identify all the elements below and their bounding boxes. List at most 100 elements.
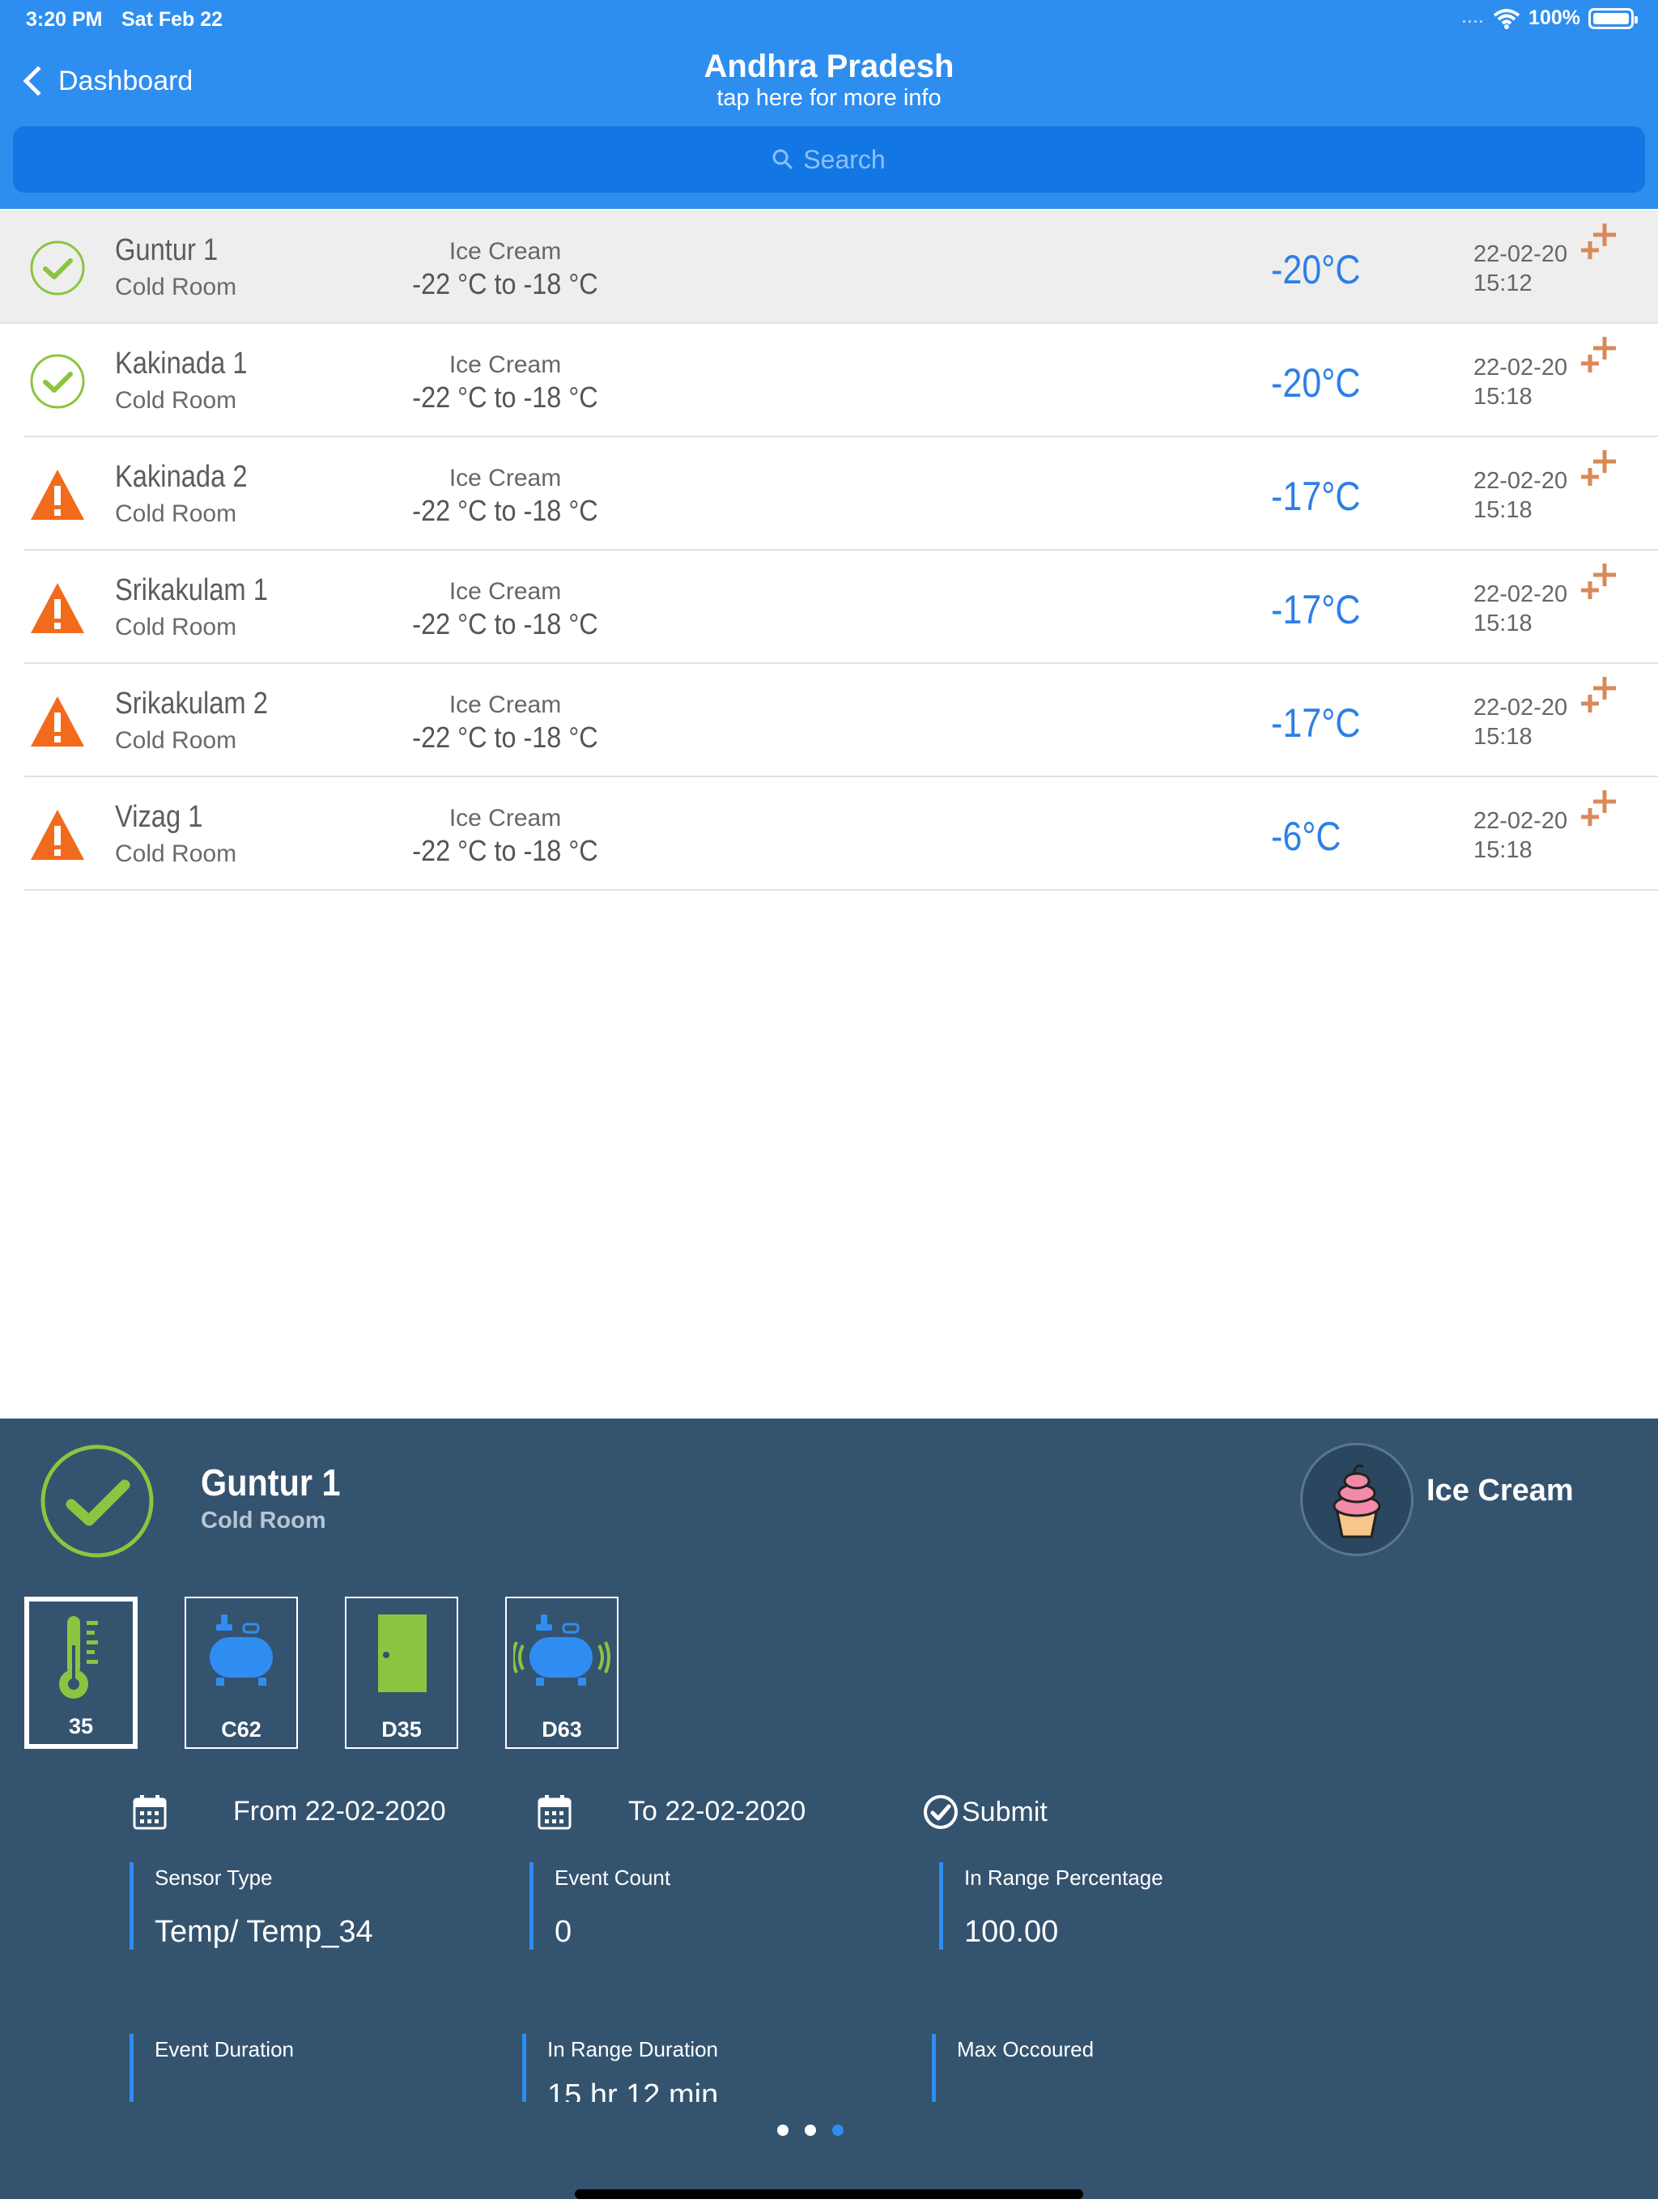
- room-timestamp: 22-02-20 15:18: [1473, 580, 1567, 638]
- list-item[interactable]: Kakinada 1 Cold Room Ice Cream -22 °C to…: [24, 324, 1658, 437]
- room-temperature: -20°C: [1271, 247, 1361, 292]
- from-date[interactable]: From 22-02-2020: [233, 1796, 446, 1827]
- search-placeholder: Search: [803, 144, 886, 174]
- page-title: Andhra Pradesh: [704, 49, 954, 84]
- sensor-tile-d63[interactable]: D63: [505, 1597, 619, 1749]
- sensor-label: D35: [381, 1717, 422, 1742]
- stat-value: Temp/ Temp_34: [155, 1915, 373, 1949]
- room-time: 15:18: [1473, 610, 1533, 636]
- stat-label: Event Count: [555, 1865, 671, 1890]
- thermometer-icon: [59, 1616, 98, 1699]
- room-temperature: -17°C: [1271, 587, 1361, 632]
- plus-icon[interactable]: [1580, 559, 1629, 607]
- room-type: Cold Room: [115, 614, 237, 640]
- calendar-icon[interactable]: [133, 1794, 167, 1830]
- submit-button[interactable]: Submit: [923, 1794, 1048, 1830]
- status-bar: 3:20 PM Sat Feb 22 .... 100%: [0, 0, 1658, 37]
- sensor-tile-c62[interactable]: C62: [185, 1597, 298, 1749]
- check-circle-icon: [40, 1444, 154, 1558]
- list-item[interactable]: Vizag 1 Cold Room Ice Cream -22 °C to -1…: [24, 777, 1658, 891]
- sensor-tile-35[interactable]: 35: [24, 1597, 138, 1749]
- room-product: Ice Cream: [449, 578, 562, 605]
- stat-event-count: Event Count 0: [529, 1862, 670, 1950]
- status-time: 3:20 PM: [26, 8, 103, 31]
- room-time: 15:18: [1473, 384, 1533, 410]
- status-indicators: .... 100%: [1462, 6, 1638, 30]
- search-icon: [772, 149, 793, 170]
- room-type: Cold Room: [115, 727, 237, 754]
- chevron-left-icon: [23, 66, 53, 96]
- region-title-button[interactable]: Andhra Pradesh tap here for more info: [586, 49, 1072, 112]
- page-dot[interactable]: [805, 2125, 816, 2136]
- plus-icon[interactable]: [1580, 445, 1629, 494]
- sensor-tile-d35[interactable]: D35: [345, 1597, 458, 1749]
- search-input[interactable]: Search: [13, 126, 1645, 193]
- top-header: 3:20 PM Sat Feb 22 .... 100% Dashboard A…: [0, 0, 1658, 209]
- status-date: Sat Feb 22: [121, 8, 223, 31]
- room-date: 22-02-20: [1473, 695, 1568, 721]
- room-temperature: -17°C: [1271, 700, 1361, 746]
- plus-icon[interactable]: [1580, 672, 1629, 721]
- plus-icon[interactable]: [1580, 332, 1629, 381]
- compressor-vibration-icon: [513, 1614, 610, 1686]
- detail-product-name: Ice Cream: [1426, 1474, 1574, 1508]
- room-temperature: -20°C: [1271, 360, 1361, 406]
- room-product: Ice Cream: [449, 351, 562, 378]
- room-name: Guntur 1: [115, 233, 219, 267]
- room-range: -22 °C to -18 °C: [412, 381, 598, 414]
- room-temperature: -6°C: [1271, 814, 1341, 859]
- home-indicator[interactable]: [575, 2189, 1083, 2199]
- stat-value: 15 hr 12 min: [547, 2078, 719, 2102]
- stat-max-occoured: Max Occoured: [932, 2034, 1094, 2102]
- room-name: Kakinada 2: [115, 460, 248, 494]
- sensor-tiles: 35 C62 D35 D63: [24, 1597, 619, 1749]
- stat-label: Event Duration: [155, 2037, 294, 2061]
- room-time: 15:18: [1473, 497, 1533, 523]
- battery-icon: [1588, 7, 1638, 29]
- stat-label: In Range Duration: [547, 2037, 719, 2061]
- room-date: 22-02-20: [1473, 355, 1568, 381]
- stat-value: 0: [555, 1915, 572, 1949]
- compressor-icon: [210, 1614, 273, 1686]
- page-subtitle: tap here for more info: [716, 85, 942, 111]
- page-indicator[interactable]: [777, 2125, 844, 2136]
- page-dot[interactable]: [777, 2125, 789, 2136]
- list-item[interactable]: Srikakulam 2 Cold Room Ice Cream -22 °C …: [24, 664, 1658, 777]
- signal-icon: ....: [1462, 10, 1486, 26]
- room-temperature: -17°C: [1271, 474, 1361, 519]
- room-date: 22-02-20: [1473, 241, 1568, 267]
- warning-icon: [31, 583, 84, 633]
- warning-icon: [31, 810, 84, 860]
- list-item[interactable]: Srikakulam 1 Cold Room Ice Cream -22 °C …: [24, 551, 1658, 664]
- date-filters: From 22-02-2020 To 22-02-2020 Submit: [130, 1791, 1263, 1840]
- page-dot-active[interactable]: [832, 2125, 844, 2136]
- to-date[interactable]: To 22-02-2020: [628, 1796, 806, 1827]
- product-badge: [1300, 1443, 1414, 1556]
- stat-label: In Range Percentage: [964, 1865, 1163, 1890]
- room-timestamp: 22-02-20 15:12: [1473, 240, 1567, 298]
- room-range: -22 °C to -18 °C: [412, 494, 598, 527]
- list-item[interactable]: Guntur 1 Cold Room Ice Cream -22 °C to -…: [0, 211, 1658, 324]
- room-type: Cold Room: [115, 387, 237, 414]
- stat-value: 100.00: [964, 1915, 1059, 1949]
- check-circle-icon: [30, 354, 85, 409]
- stat-event-duration: Event Duration: [130, 2034, 294, 2102]
- room-range: -22 °C to -18 °C: [412, 721, 598, 754]
- stat-in-range-percentage: In Range Percentage 100.00: [939, 1862, 1163, 1950]
- back-button[interactable]: Dashboard: [18, 58, 193, 104]
- submit-label: Submit: [962, 1796, 1048, 1827]
- detail-room-type: Cold Room: [201, 1508, 326, 1534]
- stat-in-range-duration: In Range Duration 15 hr 12 min: [522, 2034, 718, 2102]
- room-date: 22-02-20: [1473, 808, 1568, 834]
- room-timestamp: 22-02-20 15:18: [1473, 693, 1567, 751]
- sensor-label: D63: [542, 1717, 582, 1742]
- calendar-icon[interactable]: [538, 1794, 572, 1830]
- plus-icon[interactable]: [1580, 219, 1629, 267]
- room-type: Cold Room: [115, 500, 237, 527]
- room-type: Cold Room: [115, 274, 237, 300]
- warning-icon: [31, 470, 84, 520]
- list-item[interactable]: Kakinada 2 Cold Room Ice Cream -22 °C to…: [24, 437, 1658, 551]
- room-date: 22-02-20: [1473, 581, 1568, 607]
- plus-icon[interactable]: [1580, 785, 1629, 834]
- room-range: -22 °C to -18 °C: [412, 267, 598, 300]
